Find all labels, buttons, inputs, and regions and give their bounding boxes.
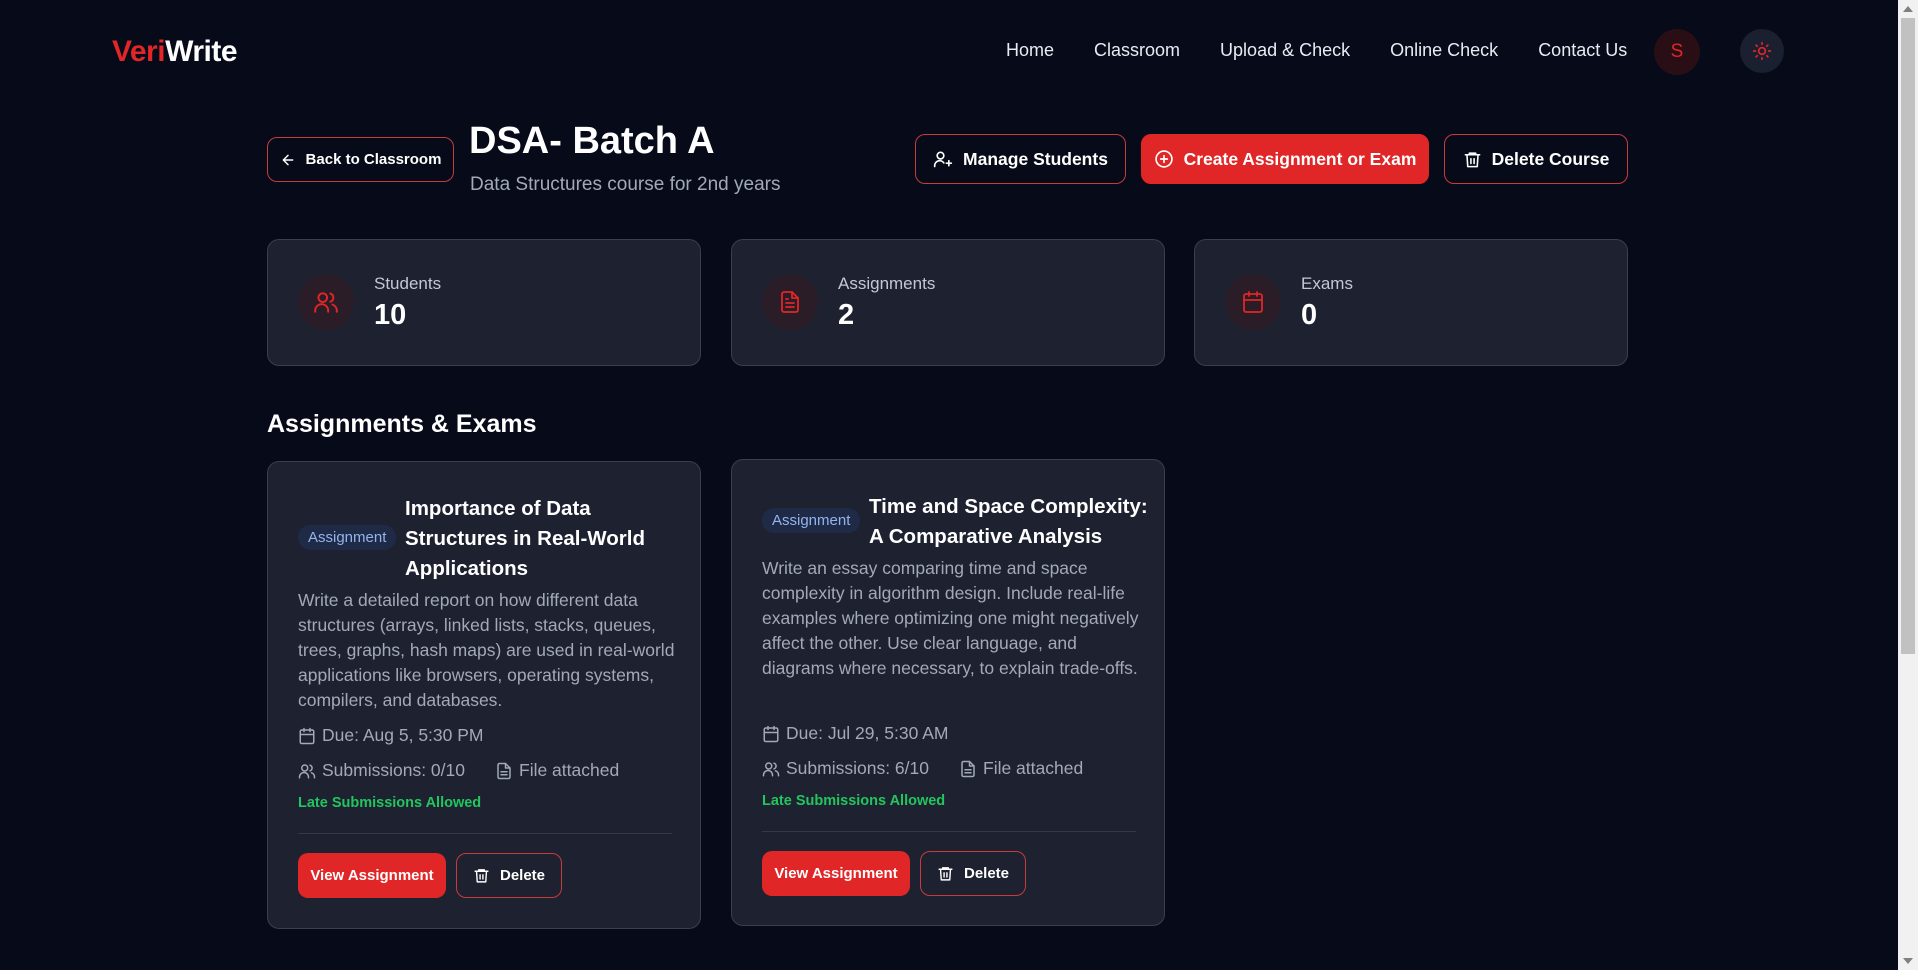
nav-link-upload-check[interactable]: Upload & Check xyxy=(1220,40,1350,61)
scroll-down-icon[interactable] xyxy=(1903,958,1913,964)
trash-icon xyxy=(1463,150,1482,169)
submissions-row: Submissions: 6/10 File attached xyxy=(762,758,1083,779)
submissions-count: Submissions: 6/10 xyxy=(786,758,929,778)
stat-card-exams: Exams 0 xyxy=(1194,239,1628,366)
delete-assignment-button[interactable]: Delete xyxy=(456,853,562,898)
navbar: VeriWrite Home Classroom Upload & Check … xyxy=(0,0,1898,104)
type-badge: Assignment xyxy=(298,525,397,550)
nav-link-contact-us[interactable]: Contact Us xyxy=(1538,40,1627,61)
back-to-classroom-label: Back to Classroom xyxy=(305,151,442,168)
brand-part1: Veri xyxy=(112,35,166,68)
section-title: Assignments & Exams xyxy=(267,410,537,438)
submissions-group: Submissions: 0/10 xyxy=(298,760,465,781)
stat-label: Exams xyxy=(1301,274,1353,293)
delete-label: Delete xyxy=(499,867,546,884)
page-title: DSA- Batch A xyxy=(469,120,715,162)
create-assignment-label: Create Assignment or Exam xyxy=(1183,148,1417,169)
create-assignment-button[interactable]: Create Assignment or Exam xyxy=(1141,134,1429,184)
sun-icon xyxy=(1752,41,1772,61)
view-assignment-button[interactable]: View Assignment xyxy=(298,853,446,898)
nav-link-home[interactable]: Home xyxy=(1006,40,1054,61)
card-divider xyxy=(762,831,1136,832)
type-badge: Assignment xyxy=(762,508,861,533)
submissions-group: Submissions: 6/10 xyxy=(762,758,929,779)
attachment-label: File attached xyxy=(983,758,1084,778)
nav-link-classroom[interactable]: Classroom xyxy=(1094,40,1180,61)
calendar-icon xyxy=(1225,274,1281,330)
stat-label: Assignments xyxy=(838,274,936,293)
assignment-description: Write a detailed report on how different… xyxy=(298,590,675,710)
late-submissions-label: Late Submissions Allowed xyxy=(762,793,946,809)
attachment-group: File attached xyxy=(495,760,619,781)
users-icon xyxy=(298,762,316,780)
assignment-description: Write an essay comparing time and space … xyxy=(762,558,1139,678)
user-plus-icon xyxy=(933,149,953,169)
due-date-row: Due: Aug 5, 5:30 PM xyxy=(298,725,484,746)
submissions-count: Submissions: 0/10 xyxy=(322,760,465,780)
stat-value: 10 xyxy=(374,299,407,331)
stat-value: 0 xyxy=(1301,299,1318,331)
due-date-row: Due: Jul 29, 5:30 AM xyxy=(762,723,948,744)
stat-label: Students xyxy=(374,274,442,293)
late-submissions-label: Late Submissions Allowed xyxy=(298,795,482,811)
brand-part2: Write xyxy=(165,35,238,68)
attachment-label: File attached xyxy=(519,760,620,780)
stat-card-assignments: Assignments 2 xyxy=(731,239,1165,366)
back-to-classroom-button[interactable]: Back to Classroom xyxy=(267,137,454,182)
delete-label: Delete xyxy=(963,865,1010,882)
nav-links: Home Classroom Upload & Check Online Che… xyxy=(1006,40,1627,61)
assignment-card: Assignment Importance of Data Structures… xyxy=(267,461,701,929)
user-avatar[interactable]: S xyxy=(1654,29,1700,75)
trash-icon xyxy=(937,865,954,882)
due-date: Due: Jul 29, 5:30 AM xyxy=(786,723,949,743)
calendar-icon xyxy=(762,725,780,743)
due-date: Due: Aug 5, 5:30 PM xyxy=(322,725,484,745)
file-text-icon xyxy=(762,274,818,330)
assignment-title: Importance of Data Structures in Real-Wo… xyxy=(405,497,645,580)
file-icon xyxy=(959,760,977,778)
delete-assignment-button[interactable]: Delete xyxy=(920,851,1026,896)
page-subtitle: Data Structures course for 2nd years xyxy=(470,174,781,195)
brand-logo[interactable]: VeriWrite xyxy=(112,35,238,69)
stat-value: 2 xyxy=(838,299,855,331)
card-divider xyxy=(298,833,672,834)
arrow-left-icon xyxy=(280,152,296,168)
nav-link-online-check[interactable]: Online Check xyxy=(1390,40,1498,61)
assignment-card: Assignment Time and Space Complexity: A … xyxy=(731,459,1165,926)
submissions-row: Submissions: 0/10 File attached xyxy=(298,760,619,781)
delete-course-label: Delete Course xyxy=(1491,148,1610,169)
delete-course-button[interactable]: Delete Course xyxy=(1444,134,1628,184)
scroll-up-icon[interactable] xyxy=(1903,6,1913,12)
users-icon xyxy=(762,760,780,778)
view-assignment-button[interactable]: View Assignment xyxy=(762,851,910,896)
calendar-icon xyxy=(298,727,316,745)
manage-students-label: Manage Students xyxy=(963,148,1108,169)
trash-icon xyxy=(473,867,490,884)
scroll-thumb[interactable] xyxy=(1901,18,1915,654)
stat-card-students: Students 10 xyxy=(267,239,701,366)
plus-circle-icon xyxy=(1154,149,1174,169)
manage-students-button[interactable]: Manage Students xyxy=(915,134,1126,184)
assignment-title: Time and Space Complexity: A Comparative… xyxy=(869,495,1148,548)
theme-toggle-button[interactable] xyxy=(1740,29,1784,73)
page-scrollbar[interactable] xyxy=(1898,0,1918,970)
file-icon xyxy=(495,762,513,780)
users-icon xyxy=(298,274,354,330)
attachment-group: File attached xyxy=(959,758,1083,779)
